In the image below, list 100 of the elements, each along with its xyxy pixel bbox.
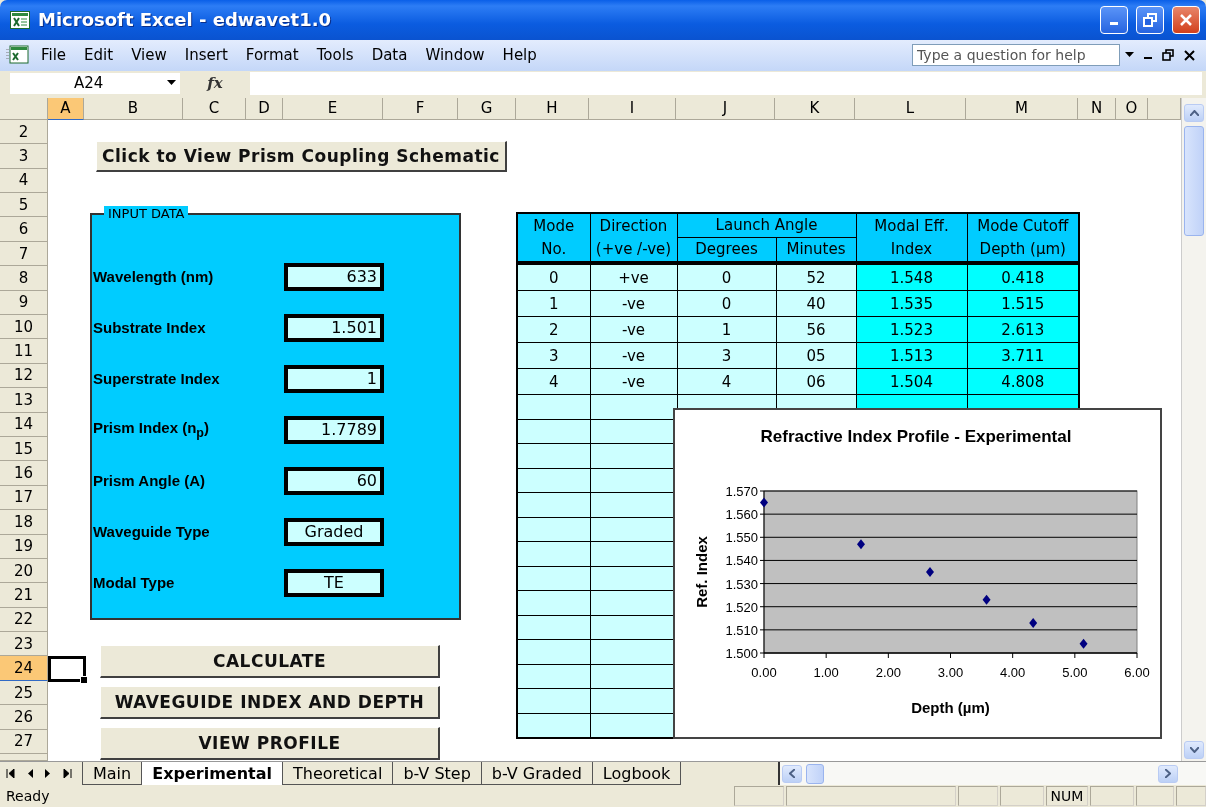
row-header[interactable]: 27: [0, 729, 48, 755]
table-cell: 4: [517, 368, 590, 395]
scroll-up-button[interactable]: [1184, 103, 1204, 122]
x-axis-title: Depth (µm): [911, 698, 990, 716]
menu-item[interactable]: Tools: [307, 44, 363, 67]
scrollbar-thumb[interactable]: [1184, 125, 1204, 236]
row-header[interactable]: 18: [0, 510, 48, 535]
row-header[interactable]: 2: [0, 119, 48, 145]
insert-function-label[interactable]: fx: [180, 74, 250, 93]
status-panel: [734, 786, 784, 806]
data-point: [760, 497, 768, 508]
row-header[interactable]: 24: [0, 656, 48, 681]
column-header[interactable]: C: [183, 97, 246, 120]
row-header[interactable]: 25: [0, 680, 48, 706]
row-header[interactable]: 10: [0, 315, 48, 340]
table-cell: 56: [776, 316, 856, 343]
minimize-icon: [1110, 22, 1118, 26]
row-header[interactable]: 17: [0, 485, 48, 511]
row-header[interactable]: 22: [0, 607, 48, 633]
row-header[interactable]: 12: [0, 363, 48, 389]
menu-item[interactable]: Insert: [175, 44, 237, 67]
close-icon: [1184, 49, 1195, 61]
input-cell[interactable]: 633: [284, 262, 384, 291]
row-header[interactable]: 20: [0, 558, 48, 584]
sheet-tab[interactable]: b-V Step: [392, 762, 481, 786]
row-header[interactable]: 16: [0, 461, 48, 486]
scrollbar-thumb[interactable]: [806, 763, 824, 784]
sheet-tab[interactable]: Experimental: [141, 762, 282, 786]
table-cell: 05: [776, 342, 856, 369]
scroll-right-button[interactable]: [1158, 764, 1178, 783]
row-header[interactable]: 26: [0, 705, 48, 730]
sheet-tab[interactable]: b-V Graded: [480, 762, 592, 786]
menu-item[interactable]: File: [32, 44, 76, 67]
row-header[interactable]: 9: [0, 290, 48, 315]
horizontal-scrollbar[interactable]: [778, 762, 1206, 786]
app-icon: [10, 10, 30, 29]
field-label: Substrate Index: [92, 319, 207, 337]
column-header[interactable]: B: [84, 97, 183, 120]
column-header[interactable]: L: [855, 97, 966, 120]
column-header[interactable]: E: [283, 97, 383, 120]
menu-item[interactable]: Format: [236, 44, 308, 67]
column-header[interactable]: H: [516, 97, 589, 120]
column-header[interactable]: G: [458, 97, 516, 120]
row-header[interactable]: 13: [0, 388, 48, 413]
row-header[interactable]: 19: [0, 534, 48, 559]
sheet-tab[interactable]: Main: [82, 762, 142, 786]
formula-input[interactable]: [250, 71, 1202, 95]
status-panel: [1176, 786, 1206, 806]
restore-icon: [1162, 49, 1174, 62]
row-header[interactable]: 5: [0, 193, 48, 218]
menu-item[interactable]: Edit: [75, 44, 123, 67]
column-header[interactable]: K: [775, 97, 855, 120]
input-cell[interactable]: 60: [284, 466, 384, 495]
table-cell: 0: [677, 290, 776, 317]
axis-tick-label: 1.530: [725, 576, 758, 592]
column-header[interactable]: M: [966, 97, 1078, 120]
scroll-left-button[interactable]: [782, 764, 802, 783]
field-label: Prism Angle (A): [92, 472, 206, 490]
row-header[interactable]: 4: [0, 168, 48, 194]
macro-button[interactable]: CALCULATE: [100, 645, 440, 679]
y-axis-title: Ref. Index: [693, 535, 710, 608]
column-header[interactable]: F: [383, 97, 458, 120]
help-search-field[interactable]: Type a question for help: [912, 44, 1120, 67]
row-header[interactable]: 3: [0, 144, 48, 169]
menu-item[interactable]: View: [122, 44, 176, 67]
row-header[interactable]: 23: [0, 632, 48, 657]
row-header[interactable]: 21: [0, 583, 48, 608]
row-header[interactable]: 7: [0, 241, 48, 267]
schematic-button[interactable]: Click to View Prism Coupling Schematic: [96, 141, 507, 172]
row-header[interactable]: 11: [0, 339, 48, 364]
row-header[interactable]: 8: [0, 266, 48, 291]
sheet-tab[interactable]: Theoretical: [282, 762, 393, 786]
axis-tick-label: 4.00: [1000, 664, 1026, 680]
macro-button[interactable]: VIEW PROFILE: [100, 727, 440, 761]
column-header[interactable]: J: [676, 97, 775, 120]
column-header[interactable]: I: [589, 97, 676, 120]
column-header[interactable]: D: [246, 97, 283, 120]
vertical-scrollbar[interactable]: [1181, 97, 1206, 762]
input-cell[interactable]: TE: [284, 568, 384, 597]
sheet-tab[interactable]: Logbook: [591, 762, 681, 786]
table-cell: 3: [677, 342, 776, 369]
menu-item[interactable]: Window: [416, 44, 494, 67]
column-header[interactable]: A: [48, 97, 84, 120]
column-header[interactable]: O: [1116, 97, 1148, 120]
last-icon: [63, 769, 72, 779]
input-cell[interactable]: 1.7789: [284, 415, 384, 444]
scroll-down-button[interactable]: [1184, 741, 1204, 760]
column-header[interactable]: N: [1078, 97, 1116, 120]
chevron-up-icon: [1189, 109, 1199, 116]
input-cell[interactable]: 1: [284, 364, 384, 393]
menu-item[interactable]: Data: [362, 44, 417, 67]
row-header[interactable]: 14: [0, 412, 48, 437]
name-box[interactable]: A24: [10, 72, 180, 94]
input-cell[interactable]: Graded: [284, 517, 384, 546]
axis-tick-label: 1.550: [725, 529, 758, 545]
macro-button[interactable]: WAVEGUIDE INDEX AND DEPTH: [100, 686, 440, 720]
row-header[interactable]: 6: [0, 217, 48, 242]
row-header[interactable]: 15: [0, 436, 48, 462]
menu-item[interactable]: Help: [493, 44, 546, 67]
input-cell[interactable]: 1.501: [284, 313, 384, 342]
